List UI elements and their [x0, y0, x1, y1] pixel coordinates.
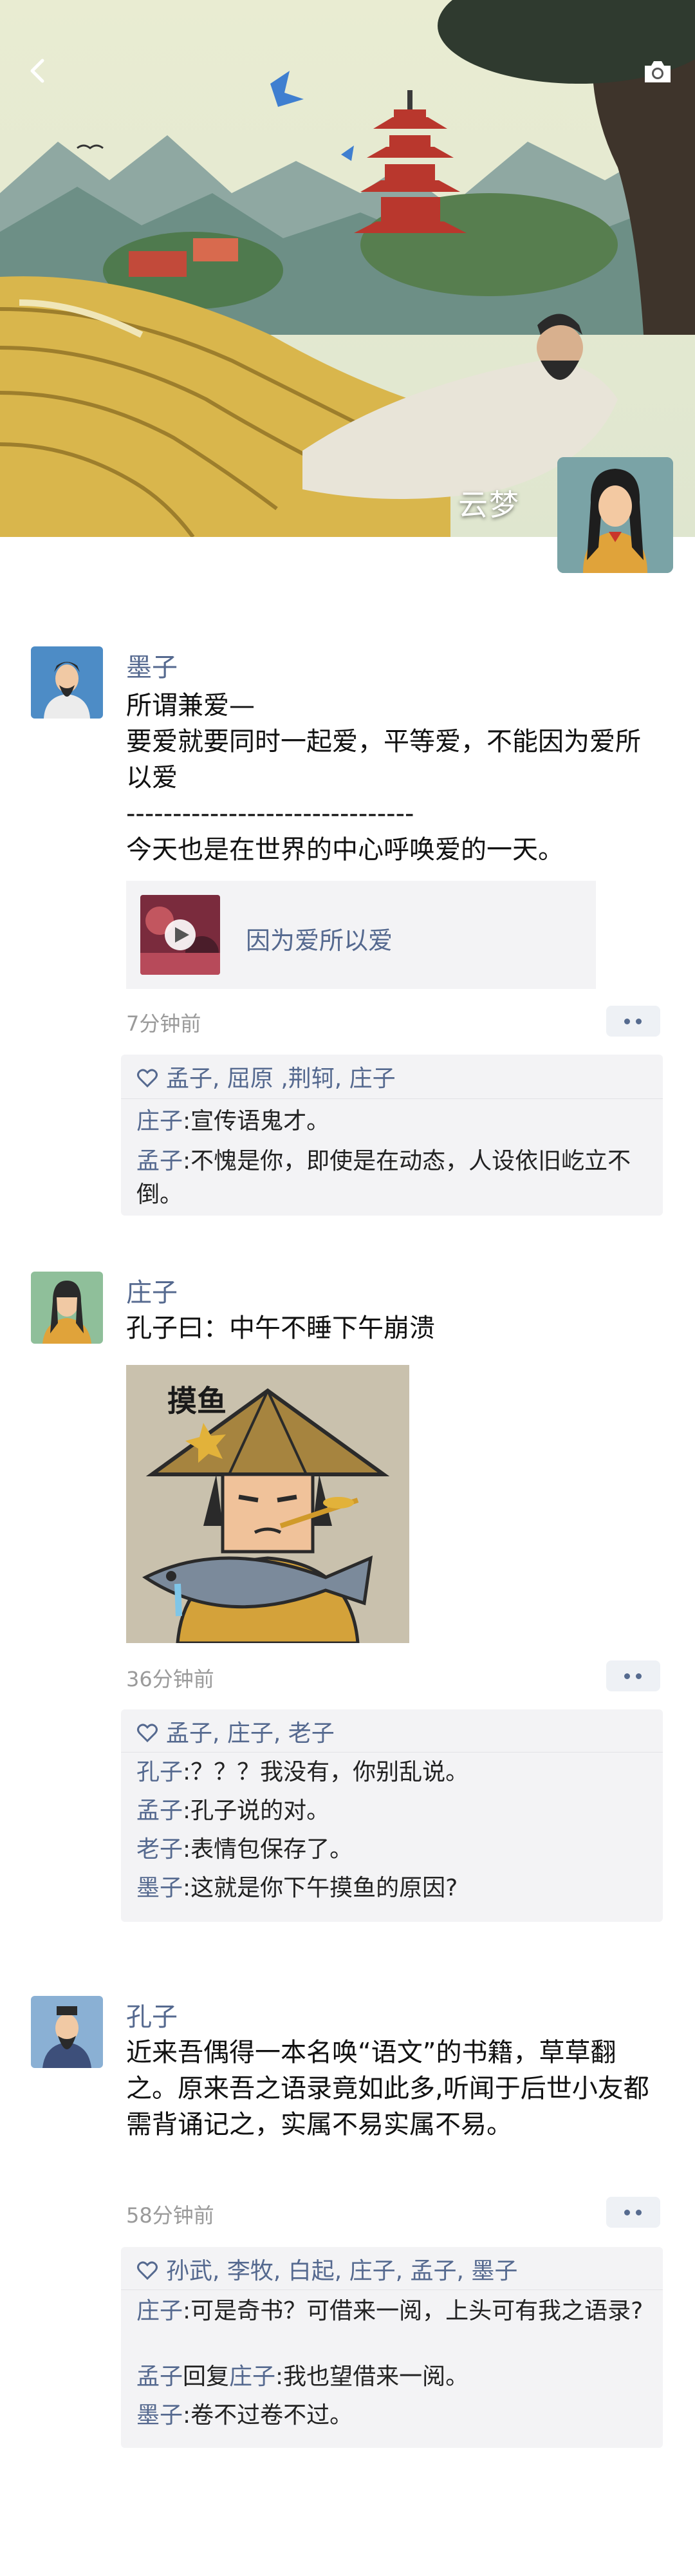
music-cover-image [140, 895, 220, 975]
author-name[interactable]: 孔子 [126, 1996, 178, 2033]
interaction-box: 孙武, 李牧, 白起, 庄子, 孟子, 墨子 庄子:可是奇书？可借来一阅，上头可… [121, 2247, 663, 2448]
more-button[interactable] [606, 2197, 660, 2228]
author-avatar[interactable] [31, 646, 103, 719]
like-list: 孙武, 李牧, 白起, 庄子, 孟子, 墨子 [136, 2252, 517, 2286]
author-name[interactable]: 庄子 [126, 1272, 178, 1309]
heart-icon [137, 2261, 158, 2280]
interaction-box: 孟子, 屈原 ,荆轲, 庄子 庄子:宣传语鬼才。 孟子:不愧是你，即使是在动态，… [121, 1055, 663, 1216]
comment[interactable]: 墨子:卷不过卷不过。 [136, 2399, 651, 2432]
post-text: 近来吾偶得一本名唤“语文”的书籍，草草翻之。原来吾之语录竟如此多,听闻于后世小友… [126, 2038, 649, 2139]
comment-text: :孔子说的对。 [183, 1798, 330, 1824]
comment[interactable]: 孟子:孔子说的对。 [136, 1794, 651, 1828]
comment[interactable]: 庄子:可是奇书？可借来一阅，上头可有我之语录? [136, 2295, 651, 2328]
comment-author[interactable]: 孟子 [136, 2364, 183, 2390]
comment-author[interactable]: 庄子 [136, 2298, 183, 2324]
divider [121, 1098, 663, 1099]
like-list: 孟子, 庄子, 老子 [136, 1715, 335, 1748]
comment[interactable]: 墨子:这就是你下午摸鱼的原因? [136, 1872, 651, 1905]
comment[interactable]: 庄子:宣传语鬼才。 [136, 1105, 651, 1138]
like-names[interactable]: 孟子, 庄子, 老子 [166, 1720, 335, 1747]
comment-text: :可是奇书？可借来一阅，上头可有我之语录? [183, 2298, 644, 2324]
comment-text: :？？？我没有，你别乱说。 [183, 1759, 469, 1785]
reply-target[interactable]: 庄子 [229, 2364, 275, 2390]
comment-text: :宣传语鬼才。 [183, 1108, 330, 1134]
post-time: 7分钟前 [126, 1011, 201, 1036]
music-title: 因为爱所以爱 [246, 926, 393, 955]
like-names[interactable]: 孙武, 李牧, 白起, 庄子, 孟子, 墨子 [166, 2258, 517, 2284]
post-text: 孔子曰：中午不睡下午崩溃 [126, 1313, 435, 1343]
comment[interactable]: 孟子回复庄子:我也望借来一阅。 [136, 2360, 651, 2394]
post-time: 36分钟前 [126, 1667, 214, 1691]
comment-author[interactable]: 孔子 [136, 1759, 183, 1785]
chevron-left-icon [30, 59, 44, 83]
comment-author[interactable]: 老子 [136, 1836, 183, 1863]
post-time: 58分钟前 [126, 2203, 214, 2228]
meme-caption: 摸鱼 [167, 1384, 227, 1418]
like-list: 孟子, 屈原 ,荆轲, 庄子 [136, 1060, 396, 1093]
music-card[interactable]: 因为爱所以爱 [126, 881, 596, 989]
comment-author[interactable]: 庄子 [136, 1108, 183, 1134]
author-avatar[interactable] [31, 1272, 103, 1344]
like-names[interactable]: 孟子, 屈原 ,荆轲, 庄子 [166, 1066, 396, 1092]
comment-text: :这就是你下午摸鱼的原因? [183, 1875, 458, 1901]
comment-author[interactable]: 墨子 [136, 2402, 183, 2429]
comment-text: :卷不过卷不过。 [183, 2402, 353, 2429]
heart-icon [137, 1069, 158, 1088]
back-button[interactable] [19, 52, 58, 90]
interaction-box: 孟子, 庄子, 老子 孔子:？？？我没有，你别乱说。 孟子:孔子说的对。 老子:… [121, 1709, 663, 1922]
comment[interactable]: 孟子:不愧是你，即使是在动态，人设依旧屹立不倒。 [136, 1145, 651, 1212]
camera-button[interactable] [638, 53, 677, 91]
divider [121, 2289, 663, 2290]
heart-icon [137, 1724, 158, 1743]
comment-author[interactable]: 孟子 [136, 1148, 183, 1174]
comment-text: :表情包保存了。 [183, 1836, 353, 1863]
more-button[interactable] [606, 1660, 660, 1691]
avatar-image [557, 457, 673, 573]
more-dot [624, 2210, 630, 2215]
comment-author[interactable]: 孟子 [136, 1798, 183, 1824]
comment-author[interactable]: 墨子 [136, 1875, 183, 1901]
comment[interactable]: 老子:表情包保存了。 [136, 1833, 651, 1866]
more-dot [636, 2210, 642, 2215]
more-dot [636, 1019, 642, 1024]
more-button[interactable] [606, 1006, 660, 1037]
avatar-image [31, 646, 103, 719]
more-dot [636, 1673, 642, 1679]
more-dot [624, 1019, 630, 1024]
cover-image[interactable]: 云梦 [0, 0, 695, 537]
divider [121, 1752, 663, 1753]
profile-name: 云梦 [458, 487, 520, 522]
comment-text: :不愧是你，即使是在动态，人设依旧屹立不倒。 [136, 1148, 631, 1208]
camera-icon [645, 61, 671, 82]
author-avatar[interactable] [31, 1996, 103, 2068]
music-cover [140, 895, 220, 975]
avatar-image [31, 1272, 103, 1344]
post-image[interactable]: 摸鱼 [126, 1365, 409, 1645]
landscape-illustration [0, 0, 695, 537]
comment-text: :我也望借来一阅。 [275, 2364, 469, 2390]
profile-avatar[interactable] [557, 457, 673, 573]
avatar-image [31, 1996, 103, 2068]
post-text: 所谓兼爱— 要爱就要同时一起爱，平等爱，不能因为爱所以爱 -----------… [126, 691, 641, 865]
comment[interactable]: 孔子:？？？我没有，你别乱说。 [136, 1756, 651, 1789]
more-dot [624, 1673, 630, 1679]
author-name[interactable]: 墨子 [126, 646, 178, 684]
reply-word: 回复 [183, 2364, 230, 2390]
